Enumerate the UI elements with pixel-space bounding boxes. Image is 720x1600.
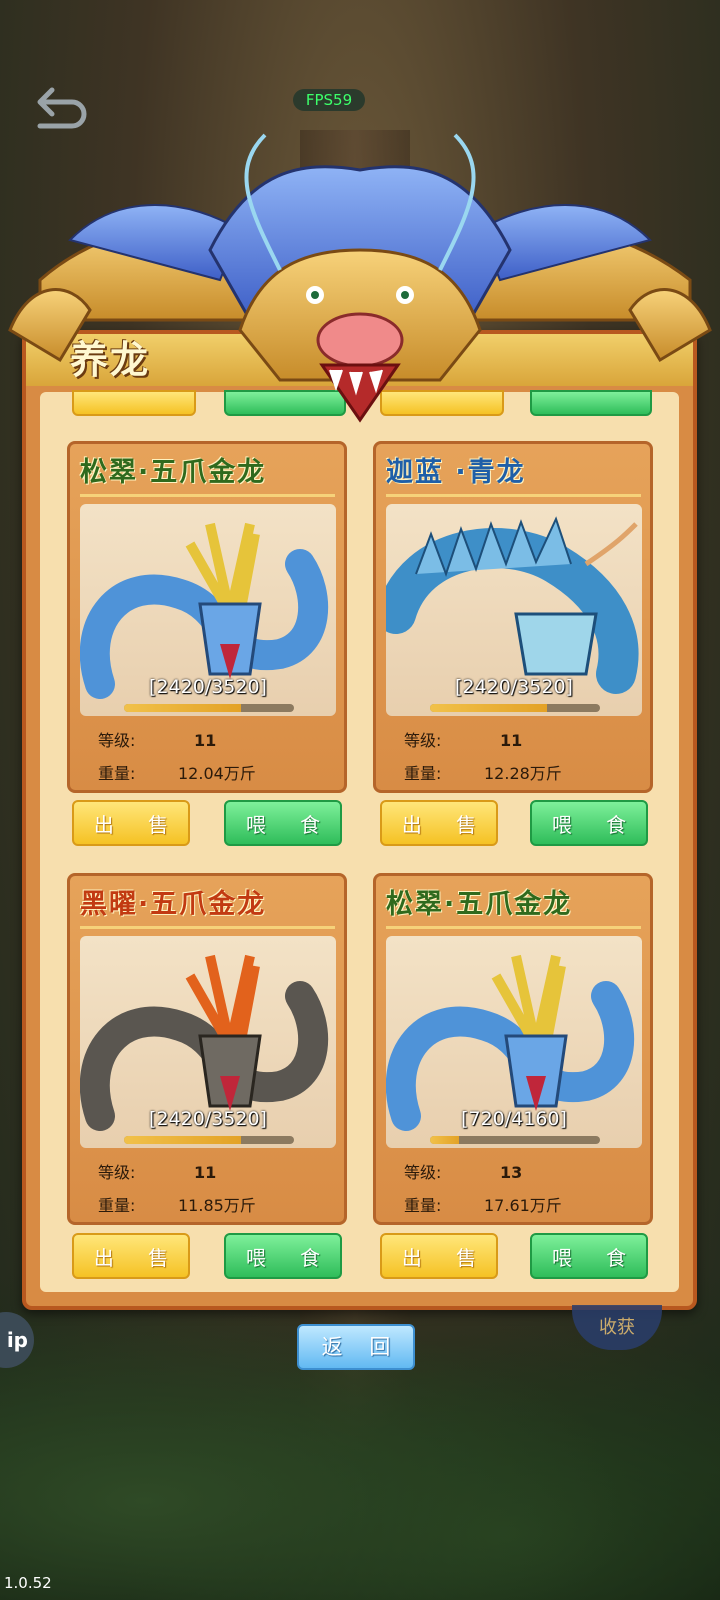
weight-label: 重量: (98, 764, 136, 783)
sell-button[interactable]: 出 售 (72, 800, 190, 846)
dragon-name: 黑曜·五爪金龙 (80, 889, 267, 920)
level-label: 等级: (98, 1163, 136, 1182)
version-label: 1.0.52 (4, 1574, 52, 1592)
name-underline (386, 926, 641, 929)
sell-button[interactable]: 出 售 (380, 800, 498, 846)
name-underline (386, 494, 641, 497)
return-button[interactable]: 返 回 (297, 1324, 415, 1370)
exp-bar (124, 704, 294, 712)
weight-value: 17.61万斤 (484, 1196, 562, 1215)
dragon-card[interactable]: 黑曜·五爪金龙 [2420/3520] 等级: 11 重量: 11.85万斤 (67, 873, 347, 1225)
weight-value: 11.85万斤 (178, 1196, 256, 1215)
weight-label: 重量: (404, 1196, 442, 1215)
exp-bar (430, 704, 600, 712)
dragon-portrait: [2420/3520] (386, 504, 642, 716)
exp-fill (124, 1136, 241, 1144)
dragon-name: 松翠·五爪金龙 (80, 457, 267, 488)
dragon-card[interactable]: 松翠·五爪金龙 [720/4160] 等级: 13 重量: 17.61万斤 (373, 873, 653, 1225)
level-value: 11 (194, 731, 217, 750)
exp-text: [2420/3520] (149, 1108, 267, 1130)
level-label: 等级: (98, 731, 136, 750)
sell-button[interactable]: 出 售 (72, 1233, 190, 1279)
level-row: 等级: 11 (98, 1159, 216, 1183)
exp-bar (124, 1136, 294, 1144)
dragon-portrait: [2420/3520] (80, 504, 336, 716)
weight-row: 重量: 12.04万斤 (98, 760, 256, 784)
level-label: 等级: (404, 731, 442, 750)
exp-bar (430, 1136, 600, 1144)
dragon-card[interactable]: 松翠·五爪金龙 [2420/3520] 等级: 11 重量: 12.04万斤 (67, 441, 347, 793)
exp-text: [720/4160] (461, 1108, 567, 1130)
level-value: 11 (500, 731, 523, 750)
level-value: 13 (500, 1163, 523, 1182)
level-row: 等级: 11 (98, 727, 216, 751)
exp-text: [2420/3520] (455, 676, 573, 698)
dragon-portrait: [720/4160] (386, 936, 642, 1148)
level-value: 11 (194, 1163, 217, 1182)
feed-button[interactable]: 喂 食 (530, 1233, 648, 1279)
name-underline (80, 494, 335, 497)
fps-counter: FPS59 (293, 89, 365, 111)
feed-button[interactable]: 喂 食 (224, 800, 342, 846)
weight-row: 重量: 11.85万斤 (98, 1192, 256, 1216)
sell-button[interactable]: 出 售 (380, 1233, 498, 1279)
dragon-name: 松翠·五爪金龙 (386, 889, 573, 920)
weight-label: 重量: (404, 764, 442, 783)
name-underline (80, 926, 335, 929)
level-row: 等级: 11 (404, 727, 522, 751)
feed-button[interactable]: 喂 食 (224, 1233, 342, 1279)
exp-text: [2420/3520] (149, 676, 267, 698)
exp-fill (124, 704, 241, 712)
weight-value: 12.28万斤 (484, 764, 562, 783)
exp-fill (430, 1136, 460, 1144)
weight-value: 12.04万斤 (178, 764, 256, 783)
level-row: 等级: 13 (404, 1159, 522, 1183)
weight-row: 重量: 12.28万斤 (404, 760, 562, 784)
dragon-card[interactable]: 迦蓝 ·青龙 [2420/3520] 等级: 11 重量: 12.28万斤 (373, 441, 653, 793)
dragon-portrait: [2420/3520] (80, 936, 336, 1148)
exp-fill (430, 704, 547, 712)
dragon-crest-decoration (8, 133, 712, 423)
level-label: 等级: (404, 1163, 442, 1182)
weight-label: 重量: (98, 1196, 136, 1215)
back-arrow-icon[interactable] (32, 82, 94, 130)
feed-button[interactable]: 喂 食 (530, 800, 648, 846)
dragon-name: 迦蓝 ·青龙 (386, 457, 526, 488)
weight-row: 重量: 17.61万斤 (404, 1192, 562, 1216)
